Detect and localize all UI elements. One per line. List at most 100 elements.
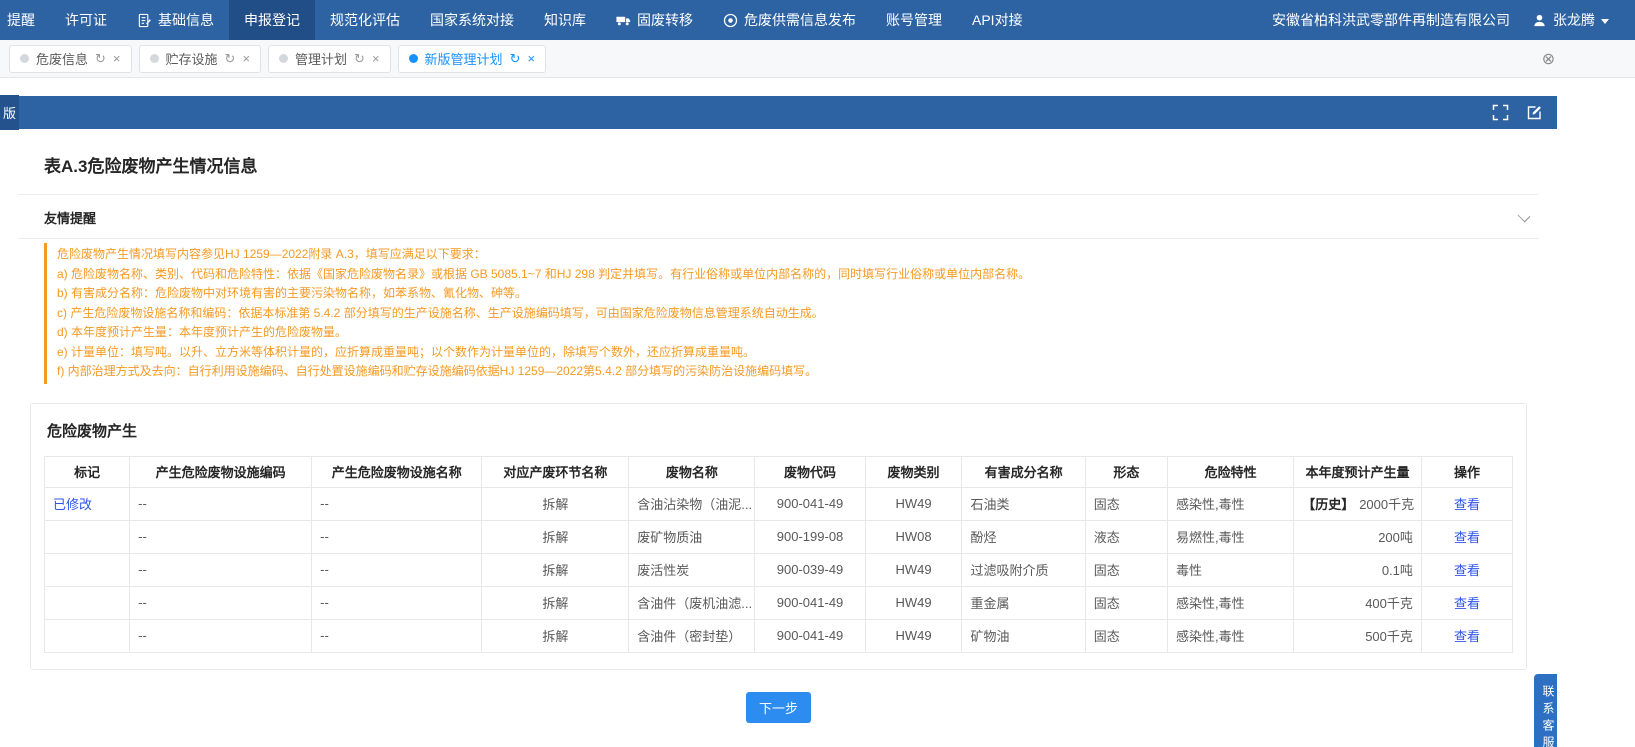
tab-refresh-icon[interactable]: ↻ <box>354 52 365 65</box>
nav-item-label: 危废供需信息发布 <box>744 10 856 30</box>
cell-mark <box>45 619 130 652</box>
tab-refresh-icon[interactable]: ↻ <box>510 52 521 65</box>
cell-harmful_component: 酚烃 <box>962 520 1085 553</box>
nav-item-basic-info[interactable]: 基础信息 <box>122 0 229 40</box>
tab-refresh-icon[interactable]: ↻ <box>95 52 106 65</box>
cell-link_name: 拆解 <box>482 487 629 520</box>
column-header-amount: 本年度预计产生量 <box>1294 456 1422 487</box>
cell-mark <box>45 586 130 619</box>
cell-action: 查看 <box>1421 619 1512 652</box>
cell-harmful_component: 重金属 <box>962 586 1085 619</box>
cell-waste_name: 废活性炭 <box>629 553 755 586</box>
cell-facility_name: -- <box>312 487 482 520</box>
cell-waste_name: 含油件（废机油滤... <box>629 586 755 619</box>
cell-action: 查看 <box>1421 520 1512 553</box>
notice-line: a) 危险废物名称、类别、代码和危险特性：依据《国家危险废物名录》或根据 GB … <box>57 265 1537 285</box>
tab-item[interactable]: 贮存设施 ↻ × <box>139 45 262 73</box>
nav-item-knowledge-base[interactable]: 知识库 <box>529 0 601 40</box>
company-name: 安徽省柏科洪武零部件再制造有限公司 <box>1272 10 1510 30</box>
next-step-button[interactable]: 下一步 <box>746 692 811 723</box>
modified-flag[interactable]: 已修改 <box>53 497 92 512</box>
cell-form: 液态 <box>1085 520 1167 553</box>
view-link[interactable]: 查看 <box>1454 563 1480 578</box>
nav-item-hazwaste-supply-demand-publish[interactable]: 危废供需信息发布 <box>708 0 871 40</box>
page-title: 表A.3危险废物产生情况信息 <box>0 129 1557 194</box>
nav-item-license[interactable]: 许可证 <box>50 0 122 40</box>
amount-value: 2000千克 <box>1359 497 1414 512</box>
tab-close-icon[interactable]: × <box>527 52 535 65</box>
cell-hazard: 感染性,毒性 <box>1167 586 1293 619</box>
notice-line: b) 有害成分名称：危险废物中对环境有害的主要污染物名称，如苯系物、氰化物、砷等… <box>57 284 1537 304</box>
cell-amount: 200吨 <box>1294 520 1422 553</box>
amount-value: 500千克 <box>1365 629 1413 644</box>
cell-facility_code: -- <box>130 619 312 652</box>
view-link[interactable]: 查看 <box>1454 596 1480 611</box>
cell-facility_name: -- <box>312 586 482 619</box>
tab-item[interactable]: 新版管理计划↻× <box>398 45 547 73</box>
table-header-row: 标记产生危险废物设施编码产生危险废物设施名称对应产废环节名称废物名称废物代码废物… <box>45 456 1513 487</box>
nav-item-label: 许可证 <box>65 10 107 30</box>
page-header-icons <box>1492 104 1557 121</box>
column-header-facility_name: 产生危险废物设施名称 <box>312 456 482 487</box>
table-row: ----拆解含油件（密封垫）900-041-49HW49矿物油固态感染性,毒性5… <box>45 619 1513 652</box>
cell-waste_category: HW08 <box>865 520 962 553</box>
app-window: 提醒许可证基础信息申报登记规范化评估国家系统对接知识库固废转移 危废供需信息发布账… <box>0 0 1635 747</box>
reminder-header[interactable]: 友情提醒 <box>0 195 1557 238</box>
cell-waste_category: HW49 <box>865 553 962 586</box>
cell-facility_name: -- <box>312 619 482 652</box>
tab-close-icon[interactable]: × <box>372 52 380 65</box>
view-link[interactable]: 查看 <box>1454 629 1480 644</box>
nav-item-reminder[interactable]: 提醒 <box>0 0 50 40</box>
column-header-harmful_component: 有害成分名称 <box>962 456 1085 487</box>
table-row: ----拆解废矿物质油900-199-08HW08酚烃液态易燃性,毒性200吨查… <box>45 520 1513 553</box>
column-header-link_name: 对应产废环节名称 <box>482 456 629 487</box>
tab-close-icon[interactable]: × <box>113 52 121 65</box>
cell-mark <box>45 553 130 586</box>
tab-close-icon[interactable]: × <box>242 52 250 65</box>
tab-item[interactable]: 管理计划↻× <box>268 45 391 73</box>
tab-refresh-icon[interactable]: ↻ <box>225 52 236 65</box>
nav-item-api-connect[interactable]: API对接 <box>957 0 1038 40</box>
close-all-tabs-icon[interactable]: ⊗ <box>1537 47 1560 70</box>
nav-right: 安徽省柏科洪武零部件再制造有限公司 张龙腾 <box>1272 0 1635 40</box>
fullscreen-icon[interactable] <box>1492 104 1509 121</box>
edit-icon[interactable] <box>1526 104 1543 121</box>
nav-item-declare-register[interactable]: 申报登记 <box>229 0 315 40</box>
tab-status-dot <box>150 54 159 63</box>
cell-waste_code: 900-039-49 <box>755 553 865 586</box>
nav-items: 提醒许可证基础信息申报登记规范化评估国家系统对接知识库固废转移 危废供需信息发布账… <box>0 0 1038 40</box>
nav-item-national-system[interactable]: 国家系统对接 <box>415 0 529 40</box>
page-header-edge-label[interactable]: 版 <box>0 95 19 130</box>
top-navigation: 提醒许可证基础信息申报登记规范化评估国家系统对接知识库固废转移 危废供需信息发布账… <box>0 0 1635 40</box>
nav-item-standard-evaluation[interactable]: 规范化评估 <box>315 0 415 40</box>
notice-line: f) 内部治理方式及去向：自行利用设施编码、自行处置设施编码和贮存设施编码依据H… <box>57 362 1537 382</box>
nav-item-label: 国家系统对接 <box>430 10 514 30</box>
nav-item-solid-waste-transfer[interactable]: 固废转移 <box>601 0 708 40</box>
tab-label: 贮存设施 <box>166 49 218 68</box>
tab-status-dot <box>20 54 29 63</box>
cell-harmful_component: 矿物油 <box>962 619 1085 652</box>
notice-line: e) 计量单位：填写吨。以升、立方米等体积计量的，应折算成重量吨；以个数作为计量… <box>57 343 1537 363</box>
user-menu[interactable]: 张龙腾 <box>1532 10 1609 30</box>
cell-facility_code: -- <box>130 520 312 553</box>
column-header-action: 操作 <box>1421 456 1512 487</box>
view-link[interactable]: 查看 <box>1454 497 1480 512</box>
view-link[interactable]: 查看 <box>1454 530 1480 545</box>
tab-list: 危废信息↻×贮存设施↻×管理计划↻×新版管理计划↻× <box>9 45 546 73</box>
cell-action: 查看 <box>1421 487 1512 520</box>
tab-status-dot <box>279 54 288 63</box>
column-header-waste_name: 废物名称 <box>629 456 755 487</box>
truck-icon <box>616 13 631 28</box>
table-row: 已修改----拆解含油沾染物（油泥...900-041-49HW49石油类固态感… <box>45 487 1513 520</box>
cell-link_name: 拆解 <box>482 586 629 619</box>
page-body: 版 表A.3危险废物产生情况信息 友情提醒 危险废物产生情况填写内容参见HJ 1… <box>0 96 1557 723</box>
contact-support-tab[interactable]: 联系客服 <box>1534 674 1557 747</box>
nav-item-account-management[interactable]: 账号管理 <box>871 0 957 40</box>
cell-waste_code: 900-199-08 <box>755 520 865 553</box>
collapse-chevron-icon[interactable] <box>1518 209 1531 222</box>
cell-facility_name: -- <box>312 520 482 553</box>
divider <box>18 238 1539 239</box>
tab-item[interactable]: 危废信息↻× <box>9 45 132 73</box>
history-tag: 【历史】 <box>1302 497 1354 512</box>
chevron-down-icon <box>1601 19 1609 24</box>
